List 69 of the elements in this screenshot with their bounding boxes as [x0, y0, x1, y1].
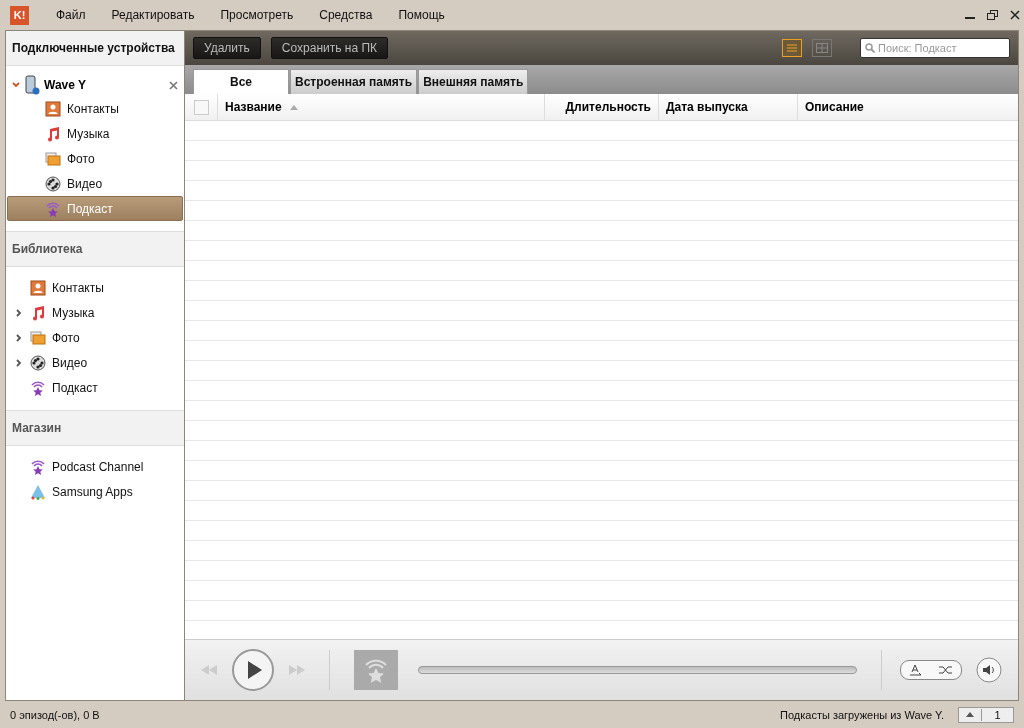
- sidebar-item[interactable]: Samsung Apps: [7, 479, 183, 504]
- section-header: Подключенные устройства: [6, 31, 184, 66]
- contact-card-icon: [45, 100, 61, 117]
- select-all-checkbox[interactable]: [193, 99, 209, 115]
- sidebar-item[interactable]: Музыка: [7, 300, 183, 325]
- device-row[interactable]: Wave Y: [6, 74, 184, 96]
- folder-photo-icon: [45, 150, 61, 167]
- chevron-down-icon[interactable]: [12, 81, 20, 89]
- toolbar-button[interactable]: Сохранить на ПК: [270, 37, 389, 59]
- podcast-star-icon: [30, 379, 46, 396]
- podcast-star-icon: [30, 458, 46, 475]
- search-field[interactable]: Поиск: Подкаст: [860, 38, 1010, 58]
- device-name: Wave Y: [44, 78, 88, 92]
- menu-item[interactable]: Просмотреть: [220, 8, 294, 22]
- film-reel-icon: [30, 354, 46, 371]
- sidebar-item[interactable]: Подкаст: [7, 375, 183, 400]
- sidebar-item[interactable]: Podcast Channel: [7, 454, 183, 479]
- podcast-star-icon: [45, 200, 61, 217]
- repeat-shuffle-toggle[interactable]: [900, 660, 962, 680]
- sidebar-item[interactable]: Контакты: [7, 96, 183, 121]
- grid-view-button[interactable]: [812, 39, 832, 57]
- folder-photo-icon: [30, 329, 46, 346]
- contact-card-icon: [30, 279, 46, 296]
- status-text: 0 эпизод(-ов), 0 B: [10, 708, 100, 721]
- restore-icon[interactable]: [987, 10, 998, 20]
- sidebar-item[interactable]: Видео: [7, 171, 183, 196]
- list-lines-icon: [787, 44, 797, 52]
- sidebar-item[interactable]: Фото: [7, 146, 183, 171]
- app-logo: K!: [10, 5, 29, 25]
- chevron-right-icon[interactable]: [15, 308, 23, 317]
- search-icon: [865, 43, 875, 53]
- volume-button[interactable]: [976, 657, 1002, 683]
- podcast-artwork-icon: [354, 650, 398, 690]
- film-reel-icon: [45, 175, 61, 192]
- status-text: Подкасты загружены из Wave Y.: [780, 708, 944, 721]
- tab[interactable]: Встроенная память: [290, 69, 418, 94]
- tab[interactable]: Все: [193, 69, 289, 94]
- progress-track[interactable]: [418, 666, 857, 674]
- section-header: Библиотека: [6, 231, 184, 267]
- sidebar-item[interactable]: Музыка: [7, 121, 183, 146]
- sidebar-item[interactable]: Фото: [7, 325, 183, 350]
- section-header: Магазин: [6, 410, 184, 446]
- play-button[interactable]: [231, 648, 275, 692]
- column-header[interactable]: Описание: [805, 100, 864, 114]
- page-indicator[interactable]: 1: [958, 706, 1014, 723]
- close-icon[interactable]: [169, 80, 178, 90]
- menu-item[interactable]: Средства: [319, 8, 373, 22]
- sidebar-item[interactable]: Контакты: [7, 275, 183, 300]
- shuffle-icon: [939, 665, 953, 675]
- column-header[interactable]: Название: [225, 100, 282, 114]
- apps-triangle-icon: [30, 483, 46, 500]
- column-header[interactable]: Длительность: [565, 100, 651, 114]
- tab[interactable]: Внешняя память: [418, 69, 529, 94]
- phone-icon: [24, 75, 40, 95]
- menu-item[interactable]: Редактировать: [111, 8, 195, 22]
- toolbar-button[interactable]: Удалить: [193, 37, 261, 59]
- column-header[interactable]: Дата выпуска: [666, 100, 748, 114]
- music-note-icon: [45, 125, 61, 142]
- grid-icon: [816, 43, 828, 53]
- chevron-right-icon[interactable]: [15, 358, 23, 367]
- list-view-button[interactable]: [782, 39, 802, 57]
- repeat-icon: [909, 664, 923, 676]
- close-icon[interactable]: [1010, 10, 1020, 20]
- menu-item[interactable]: Файл: [56, 8, 86, 22]
- music-note-icon: [30, 304, 46, 321]
- sidebar-item[interactable]: Видео: [7, 350, 183, 375]
- menu-item[interactable]: Помощь: [398, 8, 445, 22]
- search-input[interactable]: Поиск: Подкаст: [878, 42, 996, 54]
- chevron-right-icon[interactable]: [15, 333, 23, 342]
